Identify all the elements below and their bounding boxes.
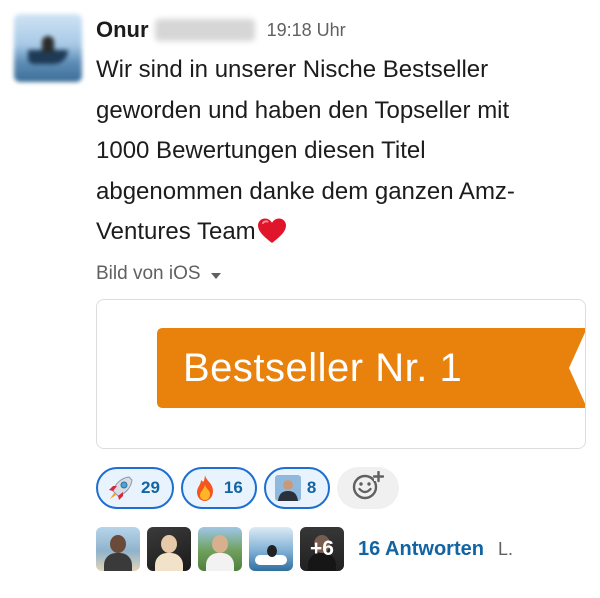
reaction-fire[interactable]: 16 [180,467,257,509]
reply-avatar [147,527,191,571]
add-emoji-icon [352,470,385,506]
message-body: Wir sind in unserer Nische Bestseller ge… [96,50,586,259]
avatar-head-shape [212,535,228,553]
add-reaction-button[interactable] [337,467,400,509]
thread-replies[interactable]: +6 16 Antworten L. [96,527,513,571]
avatar-rider-shape [267,545,277,557]
reply-avatar [198,527,242,571]
author-avatar[interactable] [14,14,82,82]
message-line: abgenommen danke dem ganzen Amz- [96,177,515,205]
reply-avatar [249,527,293,571]
avatar-torso-shape [206,553,234,571]
reaction-rocket[interactable]: 29 [96,467,174,509]
avatar-torso-shape [155,553,183,571]
redacted-surname [154,19,255,41]
message-line-last: Ventures Team [96,212,586,259]
image-attachment[interactable]: Bestseller Nr. 1 [96,299,586,449]
fire-icon [192,474,218,502]
avatar-head-shape [110,535,126,553]
more-participants-count: +6 [300,527,344,571]
attachment-label-text: Bild von iOS [96,263,201,284]
reply-avatar [96,527,140,571]
message-timestamp[interactable]: 19:18 Uhr [267,20,346,41]
reply-count-link[interactable]: 16 Antworten [358,538,484,561]
reaction-custom-avatar[interactable]: 8 [263,467,331,509]
attachment-label[interactable]: Bild von iOS [96,260,221,288]
rocket-icon [107,474,135,502]
reaction-count: 8 [306,478,317,497]
avatar-torso-shape [104,553,132,571]
message-line: 1000 Bewertungen diesen Titel [96,137,426,164]
reaction-count: 16 [223,478,243,497]
ribbon-text: Bestseller Nr. 1 [183,345,463,390]
last-reply-info: L. [497,538,513,559]
avatar-head-shape [161,535,177,553]
avatar-rider-shape [42,36,54,52]
red-heart-icon [257,217,287,259]
message-line: Wir sind in unserer Nische Bestseller [96,56,489,83]
chevron-down-icon[interactable] [210,272,221,279]
reply-avatar-more: +6 [300,527,344,571]
person-avatar-icon [274,475,301,501]
reaction-count: 29 [141,478,160,497]
message-line: geworden und haben den Topseller mit [96,96,510,124]
reaction-bar: 29 16 8 [96,467,400,509]
message-header: Onur 19:18 Uhr [96,14,346,46]
author-name[interactable]: Onur [96,17,149,43]
message-line: Ventures Team [96,218,256,245]
avatar-boat-shape [28,50,68,64]
